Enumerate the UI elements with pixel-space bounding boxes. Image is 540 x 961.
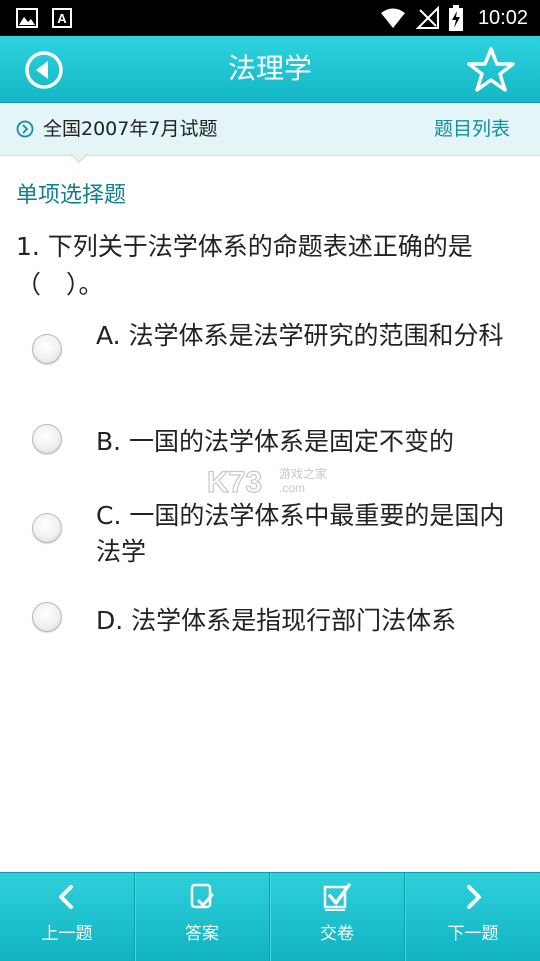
submit-exam-label: 交卷	[320, 924, 354, 944]
watermark-text: K73	[207, 466, 262, 498]
option-label: C. 一国的法学体系中最重要的是国内法学	[96, 501, 505, 566]
option-a[interactable]: A. 法学体系是法学研究的范围和分科	[30, 316, 510, 388]
prev-question-label: 上一题	[41, 924, 93, 944]
chevron-circle-icon	[16, 120, 34, 138]
radio-button[interactable]	[32, 513, 62, 543]
option-c[interactable]: C. 一国的法学体系中最重要的是国内法学	[30, 496, 510, 568]
radio-button[interactable]	[32, 424, 62, 454]
answer-label: 答案	[185, 924, 219, 944]
submit-exam-button[interactable]: 交卷	[270, 873, 404, 961]
question-list-link[interactable]: 题目列表	[434, 103, 510, 155]
no-signal-icon	[416, 6, 439, 29]
bottom-nav: 上一题 答案 交卷 下一题	[0, 872, 540, 961]
watermark-domain: .com	[279, 481, 305, 495]
pointer-notch-inner	[71, 153, 87, 161]
question-type: 单项选择题	[16, 183, 127, 208]
chevron-right-icon	[467, 885, 481, 909]
battery-charging-icon	[449, 5, 463, 31]
font-download-icon: A	[52, 8, 72, 28]
chevron-left-icon	[59, 885, 73, 909]
option-d[interactable]: D. 法学体系是指现行部门法体系	[30, 601, 510, 641]
option-b[interactable]: B. 一国的法学体系是固定不变的	[30, 422, 510, 462]
status-bar: A 10:02	[0, 0, 540, 36]
prev-question-button[interactable]: 上一题	[0, 873, 134, 961]
gallery-icon	[16, 8, 38, 28]
wifi-icon	[381, 8, 405, 28]
watermark-sub: 游戏之家	[279, 466, 327, 481]
radio-button[interactable]	[32, 602, 62, 632]
next-question-button[interactable]: 下一题	[406, 873, 540, 961]
clock: 10:02	[477, 7, 528, 29]
exam-title[interactable]: 全国2007年7月试题	[43, 103, 217, 155]
radio-button[interactable]	[32, 334, 62, 364]
divider	[404, 873, 405, 961]
exam-info-bar: 全国2007年7月试题 题目列表	[0, 103, 540, 156]
favorite-star-icon[interactable]	[466, 46, 516, 94]
submit-check-icon	[323, 883, 351, 911]
answer-button[interactable]: 答案	[135, 873, 269, 961]
option-label: A. 法学体系是法学研究的范围和分科	[96, 321, 504, 350]
app-header: 法理学	[0, 36, 540, 103]
next-question-label: 下一题	[447, 924, 499, 944]
k73-watermark-logo: K73 游戏之家 .com	[206, 465, 327, 498]
option-label: B. 一国的法学体系是固定不变的	[96, 427, 455, 456]
question-text: 1. 下列关于法学体系的命题表述正确的是（ ）。	[16, 232, 473, 299]
option-label: D. 法学体系是指现行部门法体系	[96, 606, 457, 635]
answer-sheet-icon	[190, 883, 214, 909]
page-title: 法理学	[227, 52, 312, 85]
svg-text:A: A	[57, 11, 67, 26]
